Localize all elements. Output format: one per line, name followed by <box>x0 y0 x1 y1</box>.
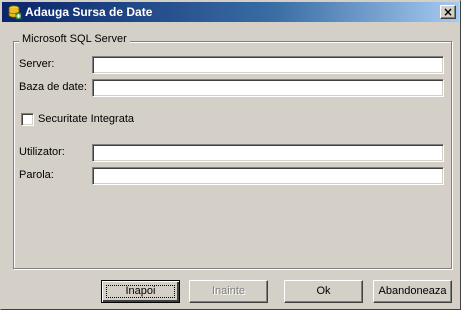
next-button[interactable]: Inainte <box>189 280 268 303</box>
server-input[interactable] <box>92 56 444 74</box>
user-label: Utilizator: <box>19 146 65 158</box>
integrated-security-checkbox[interactable] <box>21 113 34 126</box>
server-label: Server: <box>19 58 55 70</box>
back-button[interactable]: Inapoi <box>101 280 180 303</box>
ok-button-label: Ok <box>316 285 331 297</box>
integrated-security-label[interactable]: Securitate Integrata <box>38 113 134 125</box>
next-button-label: Inainte <box>211 285 246 297</box>
password-input[interactable] <box>92 167 444 185</box>
group-legend: Microsoft SQL Server <box>19 33 130 45</box>
user-input[interactable] <box>92 144 444 162</box>
dialog-window: Adauga Sursa de Date × Microsoft SQL Ser… <box>0 0 461 310</box>
ok-button[interactable]: Ok <box>284 280 363 303</box>
cancel-button-label: Abandoneaza <box>378 285 447 297</box>
back-button-label: Inapoi <box>125 285 156 297</box>
database-label: Baza de date: <box>19 81 87 93</box>
title-bar[interactable]: Adauga Sursa de Date × <box>2 2 459 22</box>
cancel-button[interactable]: Abandoneaza <box>373 280 452 303</box>
window-title: Adauga Sursa de Date <box>25 5 153 19</box>
close-icon: × <box>442 5 454 19</box>
close-button[interactable]: × <box>440 5 456 19</box>
database-input[interactable] <box>92 79 444 97</box>
password-label: Parola: <box>19 169 54 181</box>
database-app-icon <box>8 5 22 20</box>
